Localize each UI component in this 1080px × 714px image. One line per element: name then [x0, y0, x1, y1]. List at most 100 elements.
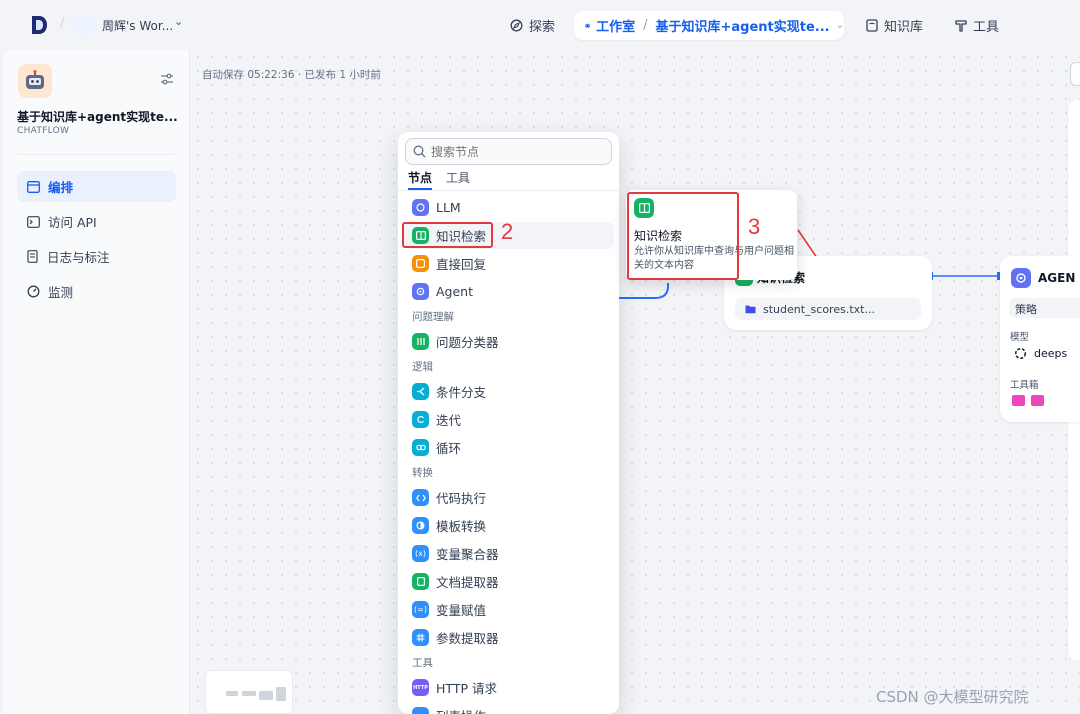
- reply-icon: [412, 255, 429, 272]
- nav-studio[interactable]: 工作室 / 基于知识库+agent实现te... ⌄: [574, 11, 844, 40]
- node-option-loop[interactable]: 循环: [404, 434, 614, 461]
- node-option-list-operation[interactable]: 列表操作: [404, 702, 614, 714]
- tab-nodes[interactable]: 节点: [408, 169, 432, 186]
- agent-node[interactable]: AGEN 策略 模型 deeps 工具箱: [1000, 256, 1080, 422]
- node-option-code[interactable]: 代码执行: [404, 484, 614, 511]
- node-option-label: 模板转换: [436, 519, 487, 534]
- node-option-label: Agent: [436, 284, 473, 299]
- settings-sliders-icon[interactable]: [160, 72, 174, 86]
- tool-icon[interactable]: [1031, 395, 1044, 406]
- canvas-toolbar-button[interactable]: [1070, 62, 1080, 86]
- sidebar-item-label: 编排: [48, 180, 74, 195]
- node-option-variable-assigner[interactable]: (=) 变量赋值: [404, 596, 614, 623]
- node-option-label: 问题分类器: [436, 335, 499, 350]
- workflow-canvas[interactable]: [191, 50, 1080, 714]
- minimap-node: [276, 687, 286, 701]
- chevron-down-icon[interactable]: ⌄: [174, 15, 183, 28]
- search-icon: [413, 145, 426, 158]
- category-tools: 工具: [412, 657, 433, 669]
- autosave-status: 自动保存 05:22:36 · 已发布 1 小时前: [202, 69, 381, 81]
- tab-tools[interactable]: 工具: [446, 169, 470, 186]
- annotation-box-step-2: [402, 222, 493, 248]
- category-logic: 逻辑: [412, 361, 433, 373]
- terminal-icon: [27, 215, 40, 228]
- search-box[interactable]: [405, 138, 612, 165]
- category-transform: 转换: [412, 467, 433, 479]
- book-icon: [866, 19, 878, 32]
- branch-icon: [412, 383, 429, 400]
- picker-tabs: 节点 工具: [408, 169, 470, 186]
- divider: [17, 154, 175, 155]
- node-option-label: 变量聚合器: [436, 547, 499, 562]
- toolbox-label: 工具箱: [1010, 380, 1039, 391]
- sidebar-item-api[interactable]: 访问 API: [17, 206, 176, 237]
- node-option-question-classifier[interactable]: 问题分类器: [404, 328, 614, 355]
- nav-explore[interactable]: 探索: [510, 16, 555, 35]
- sidebar-item-logs[interactable]: 日志与标注: [17, 241, 176, 272]
- classifier-icon: [412, 333, 429, 350]
- node-option-doc-extractor[interactable]: 文档提取器: [404, 568, 614, 595]
- node-option-parameter-extractor[interactable]: 参数提取器: [404, 624, 614, 651]
- nav-tools-label: 工具: [973, 20, 1000, 35]
- node-option-label: 列表操作: [436, 706, 486, 714]
- sidebar-item-label: 访问 API: [48, 215, 97, 230]
- document-icon: [27, 250, 38, 263]
- node-option-label: 迭代: [436, 413, 462, 428]
- knowledge-file-name: student_scores.txt...: [763, 302, 875, 316]
- node-option-direct-reply[interactable]: 直接回复: [404, 250, 614, 277]
- current-app-name[interactable]: 基于知识库+agent实现te...: [656, 16, 830, 35]
- top-bar: / 周辉's Wor... ⌄ 探索 工作室 / 基于知识库+agent实现te…: [0, 0, 1080, 50]
- hammer-icon: [955, 20, 967, 32]
- watermark: CSDN @大模型研究院: [876, 688, 1029, 706]
- node-option-label: 条件分支: [436, 385, 487, 400]
- tool-icon[interactable]: [1012, 395, 1025, 406]
- agent-icon: [1011, 268, 1031, 288]
- http-icon: HTTP: [412, 679, 429, 696]
- node-option-if-else[interactable]: 条件分支: [404, 378, 614, 405]
- app-type-label: CHATFLOW: [17, 126, 70, 136]
- assigner-icon: (=): [412, 601, 429, 618]
- nav-knowledge[interactable]: 知识库: [866, 16, 923, 35]
- node-option-agent[interactable]: Agent: [404, 278, 614, 305]
- model-label: 模型: [1010, 332, 1030, 343]
- node-option-label: 循环: [436, 441, 462, 456]
- app-sidebar: 基于知识库+agent实现te... CHATFLOW 编排 访问 API 日志…: [3, 50, 190, 714]
- gauge-icon: [27, 285, 40, 298]
- compass-icon: [510, 19, 523, 32]
- node-option-http-request[interactable]: HTTP HTTP 请求: [404, 674, 614, 701]
- node-option-variable-aggregator[interactable]: (x) 变量聚合器: [404, 540, 614, 567]
- node-option-iteration[interactable]: 迭代: [404, 406, 614, 433]
- minimap-node: [242, 691, 256, 696]
- layout-icon: [27, 180, 40, 193]
- annotation-box-step-3: [627, 192, 739, 280]
- llm-icon: [412, 199, 429, 216]
- search-input[interactable]: [431, 144, 601, 159]
- app-robot-icon: [18, 64, 52, 98]
- dify-logo-icon[interactable]: [30, 15, 48, 35]
- node-option-label: 代码执行: [436, 491, 487, 506]
- nav-tools[interactable]: 工具: [955, 16, 999, 35]
- sidebar-item-monitor[interactable]: 监测: [17, 276, 176, 307]
- minimap-node: [226, 691, 238, 696]
- annotation-number-3: 3: [748, 214, 761, 239]
- node-title: AGEN: [1038, 271, 1076, 285]
- minimap-node: [259, 691, 273, 700]
- chevron-down-icon[interactable]: ⌄: [836, 20, 844, 31]
- sidebar-item-orchestrate[interactable]: 编排: [17, 171, 176, 202]
- workspace-name[interactable]: 周辉's Wor...: [102, 17, 173, 34]
- category-question-understanding: 问题理解: [412, 311, 454, 323]
- variable-icon: (x): [412, 545, 429, 562]
- node-option-label: LLM: [436, 200, 461, 215]
- node-option-llm[interactable]: LLM: [404, 194, 614, 221]
- canvas-minimap[interactable]: [205, 670, 293, 714]
- agent-model[interactable]: deeps: [1014, 347, 1067, 360]
- knowledge-file[interactable]: student_scores.txt...: [735, 298, 921, 320]
- toolbox-items: [1012, 395, 1044, 406]
- sidebar-item-label: 日志与标注: [47, 250, 110, 265]
- workspace-avatar[interactable]: [74, 15, 94, 35]
- folder-icon: [745, 305, 756, 314]
- node-option-template[interactable]: 模板转换: [404, 512, 614, 539]
- agent-strategy[interactable]: 策略: [1009, 298, 1080, 318]
- document-icon: [412, 573, 429, 590]
- node-option-label: HTTP 请求: [436, 681, 497, 696]
